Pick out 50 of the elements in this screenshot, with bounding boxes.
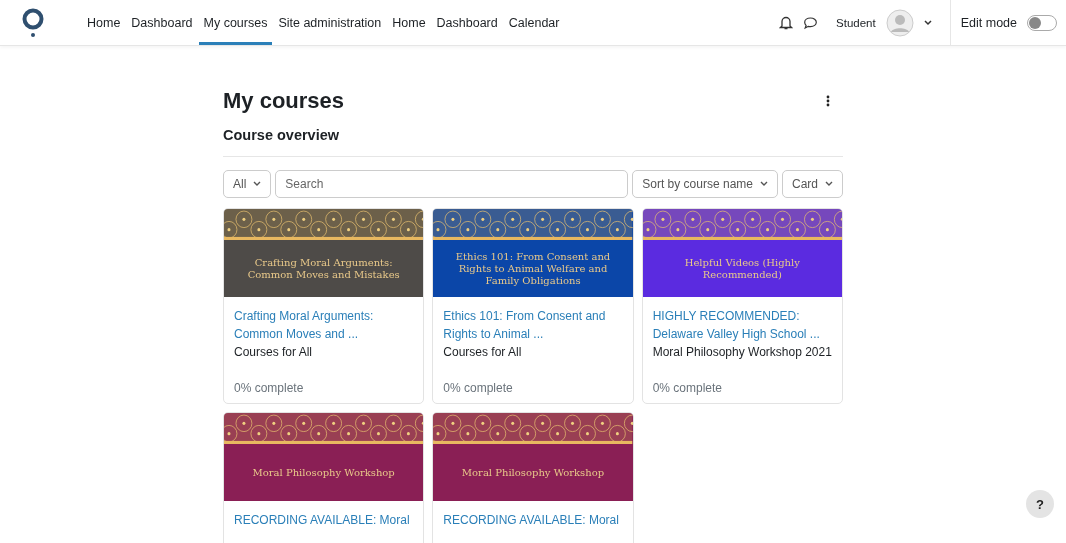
speech-bubble-icon[interactable] xyxy=(803,15,819,30)
course-card[interactable]: Moral Philosophy Workshop RECORDING AVAILABLE: Moral xyxy=(432,412,634,543)
nav-link[interactable]: Home xyxy=(82,0,126,45)
course-card[interactable]: Ethics 101: From Consent and Rights to Animal Welfare and Family Obligations Ethics 101: From Consent and Rights to Animal ... Courses for All 0% complete xyxy=(432,208,634,404)
nav-link[interactable]: Dashboard xyxy=(126,0,198,45)
course-category: Moral Philosophy Workshop 2021 xyxy=(652,344,832,361)
banner-title: Moral Philosophy Workshop xyxy=(461,466,605,479)
sort-dropdown[interactable]: Sort by course name xyxy=(632,170,778,198)
course-image[interactable]: Ethics 101: From Consent and Rights to Animal Welfare and Family Obligations xyxy=(433,209,633,297)
view-dropdown[interactable]: Card xyxy=(782,170,843,198)
course-image[interactable]: Helpful Videos (Highly Recommended) xyxy=(642,209,842,297)
kebab-menu-icon[interactable] xyxy=(826,95,830,107)
logo-icon[interactable] xyxy=(21,7,45,38)
bell-icon[interactable] xyxy=(779,15,794,30)
progress-text: 0% complete xyxy=(652,381,724,395)
user-name: Student xyxy=(836,16,876,29)
nav-link[interactable]: Calendar xyxy=(503,0,565,45)
caret-icon xyxy=(760,181,768,187)
course-card[interactable]: Crafting Moral Arguments: Common Moves and Mistakes Crafting Moral Arguments: Common Moves and ... Courses for All 0% complete xyxy=(223,208,425,404)
progress-text: 0% complete xyxy=(234,381,305,395)
help-button[interactable]: ? xyxy=(1026,490,1054,518)
course-category: Courses for All xyxy=(443,344,523,361)
progress-text: 0% complete xyxy=(443,381,514,395)
course-title-link[interactable]: Ethics 101: From Consent and Rights to Animal ... xyxy=(443,307,623,343)
course-category: Courses for All xyxy=(234,344,314,361)
nav-link[interactable]: My courses xyxy=(198,0,273,45)
course-image[interactable]: Crafting Moral Arguments: Common Moves and Mistakes xyxy=(224,209,424,297)
course-title-link[interactable]: Crafting Moral Arguments: Common Moves and ... xyxy=(234,307,414,343)
edit-mode-label: Edit mode xyxy=(960,15,1017,30)
course-title-link[interactable]: RECORDING AVAILABLE: Moral xyxy=(234,511,414,529)
course-title-link[interactable]: RECORDING AVAILABLE: Moral xyxy=(443,511,623,529)
banner-title: Helpful Videos (Highly Recommended) xyxy=(683,256,801,281)
page-title: My courses xyxy=(223,88,345,114)
banner-title: Ethics 101: From Consent and Rights to Animal Welfare and Family Obligations xyxy=(454,250,612,287)
caret-icon xyxy=(253,181,262,187)
grouping-dropdown[interactable]: All xyxy=(223,170,272,198)
search-field[interactable]: Search xyxy=(275,170,629,198)
course-image[interactable]: Moral Philosophy Workshop xyxy=(224,413,424,501)
course-card[interactable]: Helpful Videos (Highly Recommended) HIGHLY RECOMMENDED: Delaware Valley High School ... Moral Philosophy Workshop 2021 0% complete xyxy=(641,208,843,404)
banner-title: Moral Philosophy Workshop xyxy=(252,466,395,479)
nav-link[interactable]: Dashboard xyxy=(431,0,503,45)
course-title-link[interactable]: HIGHLY RECOMMENDED: Delaware Valley High School ... xyxy=(652,307,832,343)
nav-link[interactable]: Site administration xyxy=(273,0,387,45)
banner-title: Crafting Moral Arguments: Common Moves and Mistakes xyxy=(246,256,401,281)
course-card[interactable]: Moral Philosophy Workshop RECORDING AVAILABLE: Moral xyxy=(223,412,425,543)
nav-link[interactable]: Home xyxy=(387,0,431,45)
caret-icon xyxy=(825,181,833,187)
caret-icon[interactable] xyxy=(923,19,932,26)
section-title: Course overview xyxy=(223,127,341,143)
course-image[interactable]: Moral Philosophy Workshop xyxy=(433,413,633,501)
